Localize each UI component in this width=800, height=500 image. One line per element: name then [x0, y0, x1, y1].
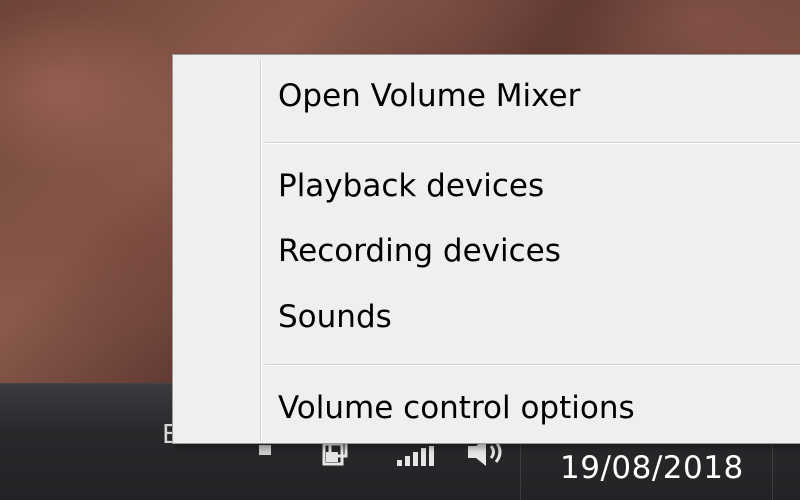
- show-hidden-icons-icon[interactable]: [258, 442, 274, 456]
- menu-item-recording-devices[interactable]: Recording devices: [177, 222, 800, 280]
- volume-context-menu: Open Volume Mixer Playback devices Recor…: [172, 54, 800, 444]
- menu-item-playback-devices[interactable]: Playback devices: [177, 157, 800, 215]
- menu-item-sounds[interactable]: Sounds: [177, 288, 800, 346]
- menu-separator: [265, 364, 800, 365]
- menu-item-volume-control-options[interactable]: Volume control options: [177, 379, 800, 437]
- taskbar-date[interactable]: 19/08/2018: [560, 450, 760, 486]
- menu-separator: [265, 142, 800, 143]
- menu-item-open-volume-mixer[interactable]: Open Volume Mixer: [177, 67, 800, 125]
- network-icon[interactable]: [395, 446, 439, 466]
